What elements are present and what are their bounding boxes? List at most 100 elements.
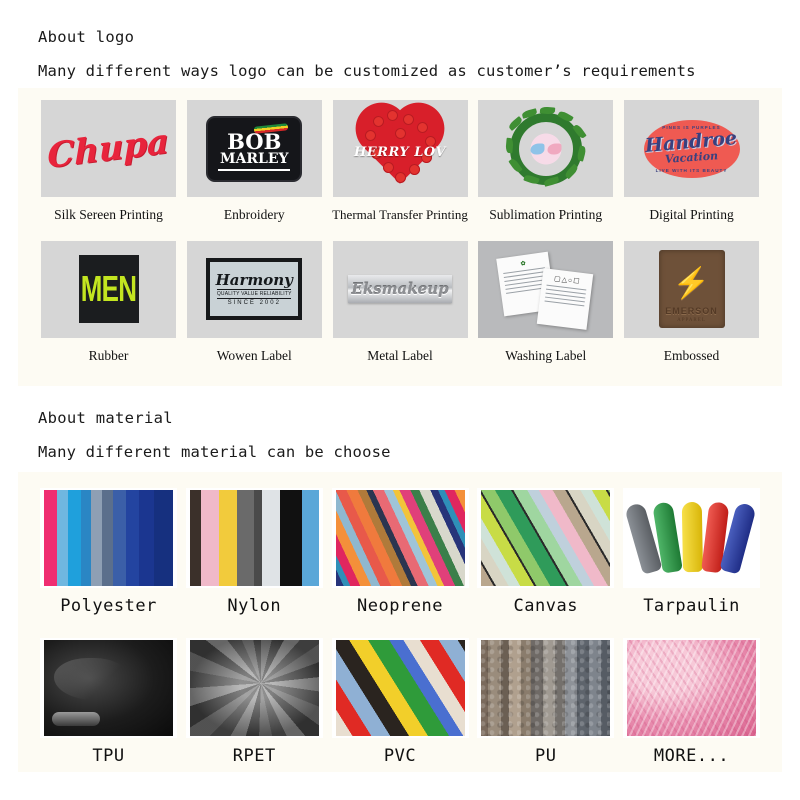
pu-texture (481, 640, 611, 736)
pu-swatch-thumbnail[interactable] (477, 638, 615, 738)
cherry-heart-text: HERRY LOV (353, 144, 447, 160)
embossed-thumbnail[interactable]: ⚡ EMERSON APPAREL (624, 240, 759, 338)
material-section-subtitle: Many different material can be choose (38, 443, 391, 461)
woven-label-since: SINCE 2002 (227, 299, 281, 306)
tpu-swatch-thumbnail[interactable] (40, 638, 177, 738)
bob-marley-line2: MARLEY (219, 151, 289, 168)
material-card-polyester[interactable]: Polyester (40, 488, 177, 616)
tarpaulin-swatch-art (624, 490, 757, 586)
rpet-swatch-thumbnail[interactable] (185, 638, 323, 738)
material-card-nylon[interactable]: Nylon (185, 488, 323, 616)
material-section-heading: About material (0, 409, 173, 427)
tarpaulin-swatch-thumbnail[interactable] (623, 488, 760, 588)
logo-caption: Rubber (88, 347, 129, 363)
rubber-thumbnail[interactable]: MEN (41, 240, 176, 338)
rubber-patch-art: MEN (41, 241, 176, 338)
tpu-highlight (54, 658, 128, 700)
logo-row-2: MEN Rubber Harmony QUALITY VALUE RELIABI… (18, 240, 782, 364)
material-row-1: Polyester Nylon Neoprene Canvas Tarpauli… (18, 488, 782, 616)
material-caption: Canvas (513, 596, 578, 616)
logo-section-heading: About logo (0, 28, 134, 46)
embossed-brand-text: EMERSON (665, 306, 718, 317)
material-row-2: TPU RPET PVC PU MORE... (18, 638, 782, 766)
neoprene-swatch-thumbnail[interactable] (331, 488, 469, 588)
material-card-tpu[interactable]: TPU (40, 638, 177, 766)
thermal-transfer-printing-thumbnail[interactable]: HERRY LOV (332, 100, 468, 197)
bob-marley-underline (218, 168, 291, 171)
logo-card-digital-printing[interactable]: PINES IS PURPLES Handroe Vacation LIVE W… (623, 100, 760, 223)
material-caption: Nylon (227, 596, 282, 616)
washing-label-art: ✿ ▢△○☐ (478, 240, 614, 338)
polyester-swatch-thumbnail[interactable] (40, 488, 177, 588)
digital-badge-subtitle: Vacation (664, 148, 719, 166)
logo-caption: Silk Sereen Printing (54, 207, 163, 222)
material-caption: Tarpaulin (643, 596, 740, 616)
material-card-rpet[interactable]: RPET (185, 638, 323, 766)
metal-label-text: Eksmakeup (351, 280, 449, 299)
material-card-pu[interactable]: PU (477, 638, 615, 766)
logo-card-rubber[interactable]: MEN Rubber (40, 240, 177, 364)
sublimation-printing-thumbnail[interactable] (478, 100, 614, 197)
tpu-edge (52, 712, 100, 726)
material-panel: Polyester Nylon Neoprene Canvas Tarpauli… (18, 472, 782, 772)
care-tag-back: ▢△○☐ (537, 268, 594, 330)
logo-card-woven-label[interactable]: Harmony QUALITY VALUE RELIABILITY SINCE … (186, 240, 323, 364)
plush-fur-swatch-art (627, 640, 756, 736)
canvas-swatch-art (481, 490, 611, 586)
nylon-swatch-thumbnail[interactable] (185, 488, 323, 588)
more-swatch-thumbnail[interactable] (623, 638, 760, 738)
logo-panel: Chupa Silk Sereen Printing BOB MARLEY En… (18, 88, 782, 386)
chupa-logo-art: Chupa (41, 100, 176, 197)
material-card-canvas[interactable]: Canvas (477, 488, 615, 616)
rasta-flag-icon (253, 122, 289, 134)
polyester-swatch-art (44, 490, 173, 586)
material-caption: PVC (383, 746, 417, 766)
logo-card-washing-label[interactable]: ✿ ▢△○☐ Washing Label (477, 240, 614, 364)
material-card-tarpaulin[interactable]: Tarpaulin (623, 488, 760, 616)
logo-card-sublimation-printing[interactable]: Sublimation Printing (477, 100, 614, 223)
logo-caption: Digital Printing (649, 207, 734, 222)
digital-print-badge-art: PINES IS PURPLES Handroe Vacation LIVE W… (624, 100, 759, 197)
logo-section-title: About logo (38, 28, 135, 46)
woven-label-thumbnail[interactable]: Harmony QUALITY VALUE RELIABILITY SINCE … (186, 240, 322, 338)
digital-printing-thumbnail[interactable]: PINES IS PURPLES Handroe Vacation LIVE W… (624, 100, 759, 197)
harmony-woven-label-art: Harmony QUALITY VALUE RELIABILITY SINCE … (187, 241, 322, 338)
material-caption: TPU (92, 746, 125, 766)
nylon-swatch-art (189, 490, 319, 586)
silk-screen-printing-thumbnail[interactable]: Chupa (41, 100, 176, 197)
logo-caption: Wowen Label (216, 347, 292, 363)
canvas-swatch-thumbnail[interactable] (477, 488, 615, 588)
logo-card-silk-screen-printing[interactable]: Chupa Silk Sereen Printing (40, 100, 177, 223)
logo-row-1: Chupa Silk Sereen Printing BOB MARLEY En… (18, 100, 782, 223)
tarpaulin-roll (681, 501, 703, 573)
logo-caption: Washing Label (505, 347, 587, 363)
logo-caption: Embossed (663, 347, 720, 363)
embroidery-thumbnail[interactable]: BOB MARLEY (186, 100, 322, 197)
logo-caption: Thermal Transfer Printing (332, 207, 468, 222)
rubber-patch-text: MEN (80, 268, 137, 310)
material-card-more[interactable]: MORE... (623, 638, 760, 766)
rpet-swatch-art (189, 640, 319, 736)
logo-card-embossed[interactable]: ⚡ EMERSON APPAREL Embossed (623, 240, 760, 364)
fur-texture (627, 640, 756, 736)
material-card-neoprene[interactable]: Neoprene (331, 488, 469, 616)
metal-label-thumbnail[interactable]: Eksmakeup (332, 240, 468, 338)
leather-patch: ⚡ EMERSON APPAREL (658, 250, 725, 329)
material-caption: Neoprene (357, 596, 443, 616)
pvc-swatch-thumbnail[interactable] (331, 638, 469, 738)
digital-badge-oval: PINES IS PURPLES Handroe Vacation LIVE W… (643, 119, 740, 178)
love-birds-icon (530, 143, 562, 154)
rubber-patch: MEN (78, 255, 139, 324)
washing-label-thumbnail[interactable]: ✿ ▢△○☐ (478, 240, 614, 338)
logo-section-subheading: Many different ways logo can be customiz… (0, 62, 696, 80)
logo-card-metal-label[interactable]: Eksmakeup Metal Label (332, 240, 469, 364)
material-caption: RPET (232, 746, 276, 766)
material-section-title: About material (38, 409, 173, 427)
logo-card-thermal-transfer-printing[interactable]: HERRY LOV Thermal Transfer Printing (332, 100, 469, 223)
logo-card-embroidery[interactable]: BOB MARLEY Enbroidery (186, 100, 323, 223)
woven-label-rule-top (217, 288, 292, 290)
material-card-pvc[interactable]: PVC (331, 638, 469, 766)
embossed-sub-text: APPAREL (677, 318, 706, 324)
rpet-fold-shading (189, 640, 319, 736)
logo-section-subtitle: Many different ways logo can be customiz… (38, 62, 696, 80)
